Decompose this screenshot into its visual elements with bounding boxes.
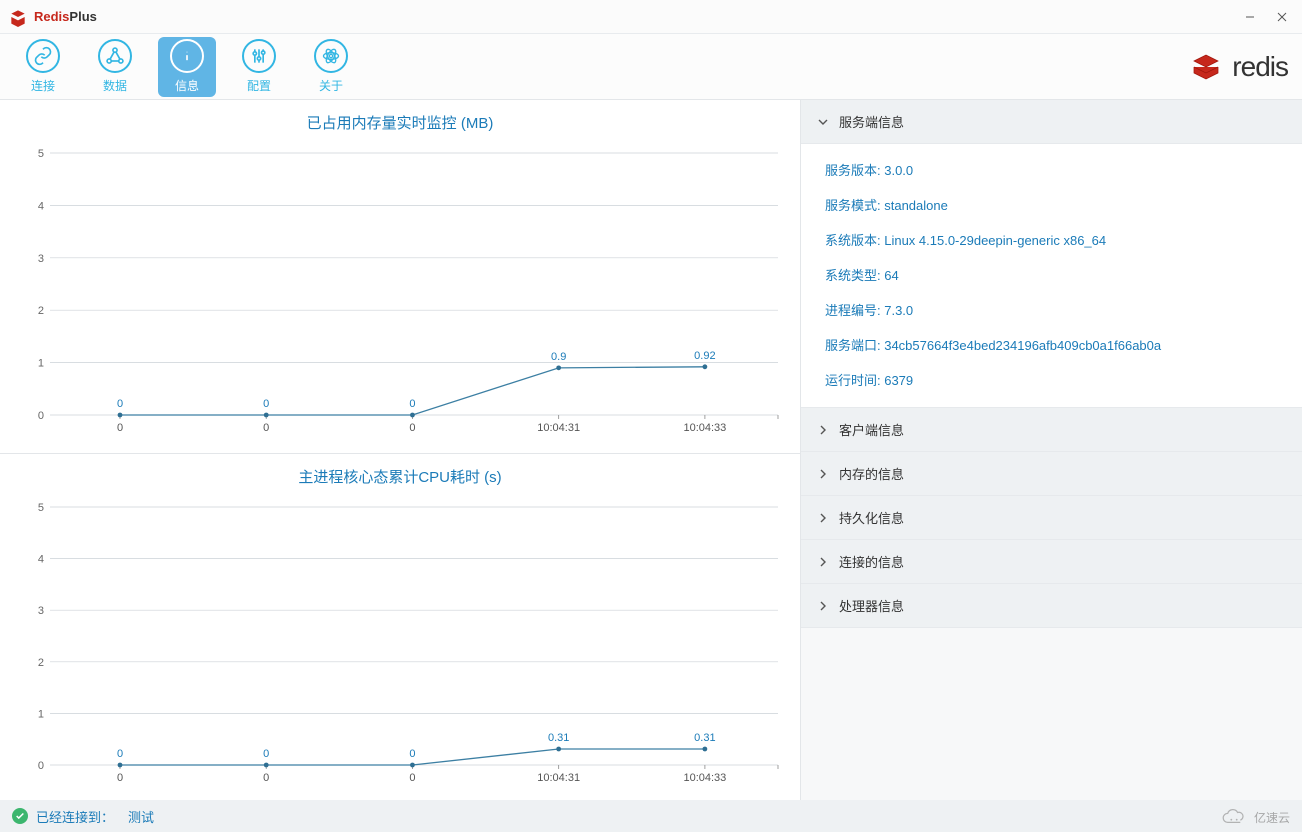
nav-label: 连接: [31, 77, 55, 94]
nav-data[interactable]: 数据: [86, 37, 144, 97]
redis-cube-icon: [1188, 49, 1224, 85]
info-line: 服务版本: 3.0.0: [825, 152, 1278, 187]
accordion-header-1[interactable]: 客户端信息: [801, 408, 1302, 452]
svg-text:0: 0: [409, 772, 415, 784]
chevron-down-icon: [817, 116, 829, 128]
info-line: 运行时间: 6379: [825, 362, 1278, 397]
svg-text:3: 3: [38, 605, 44, 617]
title-bar: RedisPlus: [0, 0, 1302, 34]
status-bar: 已经连接到：测试 亿速云: [0, 800, 1302, 832]
svg-text:0: 0: [117, 398, 123, 410]
info-line: 服务端口: 34cb57664f3e4bed234196afb409cb0a1f…: [825, 327, 1278, 362]
atom-icon: [321, 46, 341, 66]
accordion-title: 连接的信息: [839, 552, 904, 571]
svg-text:4: 4: [38, 554, 44, 566]
chevron-right-icon: [817, 512, 829, 524]
brand-logo: redis: [1188, 49, 1288, 85]
svg-text:2: 2: [38, 657, 44, 669]
svg-text:3: 3: [38, 253, 44, 265]
svg-text:10:04:33: 10:04:33: [683, 422, 726, 434]
link-icon: [33, 46, 53, 66]
svg-text:0: 0: [38, 760, 44, 772]
chart-title: 主进程核心态累计CPU耗时 (s): [0, 454, 800, 493]
cpu-chart: 主进程核心态累计CPU耗时 (s) 0 1 2 3 4 5 0 0 0 10:04:31 10:04…: [0, 454, 800, 800]
svg-text:0.31: 0.31: [694, 732, 715, 744]
nav-connect[interactable]: 连接: [14, 37, 72, 97]
nav-info[interactable]: 信息: [158, 37, 216, 97]
svg-text:2: 2: [38, 305, 44, 317]
memory-chart: 已占用内存量实时监控 (MB) 0 1 2 3 4 5 0 0 0 10:04:31 10:04:3…: [0, 100, 800, 454]
accordion-body-0: 服务版本: 3.0.0服务模式: standalone系统版本: Linux 4…: [801, 144, 1302, 408]
svg-text:10:04:31: 10:04:31: [537, 772, 580, 784]
status-ok-icon: [12, 808, 28, 824]
chevron-right-icon: [817, 468, 829, 480]
info-sidebar: 服务端信息服务版本: 3.0.0服务模式: standalone系统版本: Li…: [801, 100, 1302, 800]
svg-text:10:04:31: 10:04:31: [537, 422, 580, 434]
chevron-right-icon: [817, 556, 829, 568]
info-line: 服务模式: standalone: [825, 187, 1278, 222]
svg-text:0: 0: [263, 398, 269, 410]
accordion-title: 持久化信息: [839, 508, 904, 527]
svg-text:5: 5: [38, 148, 44, 160]
accordion-title: 内存的信息: [839, 464, 904, 483]
svg-text:0: 0: [117, 772, 123, 784]
svg-text:0.9: 0.9: [551, 351, 566, 363]
svg-text:0.92: 0.92: [694, 350, 715, 362]
svg-text:0: 0: [409, 398, 415, 410]
svg-text:0: 0: [117, 422, 123, 434]
info-icon: [177, 46, 197, 66]
nav-label: 配置: [247, 77, 271, 94]
svg-text:0: 0: [263, 772, 269, 784]
info-line: 进程编号: 7.3.0: [825, 292, 1278, 327]
chevron-right-icon: [817, 600, 829, 612]
svg-text:0: 0: [409, 748, 415, 760]
accordion-header-0[interactable]: 服务端信息: [801, 100, 1302, 144]
accordion-title: 服务端信息: [839, 112, 904, 131]
chevron-right-icon: [817, 424, 829, 436]
nav-label: 信息: [175, 77, 199, 94]
network-icon: [105, 46, 125, 66]
accordion-header-3[interactable]: 持久化信息: [801, 496, 1302, 540]
close-button[interactable]: [1268, 7, 1296, 27]
status-text: 已经连接到：测试: [36, 807, 154, 826]
nav-label: 数据: [103, 77, 127, 94]
svg-text:0: 0: [263, 748, 269, 760]
app-icon: [8, 7, 28, 27]
nav-label: 关于: [319, 77, 343, 94]
accordion-header-2[interactable]: 内存的信息: [801, 452, 1302, 496]
nav-config[interactable]: 配置: [230, 37, 288, 97]
accordion-title: 处理器信息: [839, 596, 904, 615]
info-line: 系统版本: Linux 4.15.0-29deepin-generic x86_…: [825, 222, 1278, 257]
accordion-title: 客户端信息: [839, 420, 904, 439]
svg-text:0.31: 0.31: [548, 732, 569, 744]
svg-text:0: 0: [409, 422, 415, 434]
svg-text:0: 0: [38, 410, 44, 422]
svg-text:0: 0: [117, 748, 123, 760]
svg-text:10:04:33: 10:04:33: [683, 772, 726, 784]
main-toolbar: 连接 数据 信息 配置 关于 redis: [0, 34, 1302, 100]
app-title: RedisPlus: [34, 9, 97, 24]
svg-text:5: 5: [38, 502, 44, 514]
svg-text:4: 4: [38, 200, 44, 212]
minimize-button[interactable]: [1236, 7, 1264, 27]
sliders-icon: [249, 46, 269, 66]
watermark: 亿速云: [1220, 808, 1290, 826]
accordion-header-4[interactable]: 连接的信息: [801, 540, 1302, 584]
info-line: 系统类型: 64: [825, 257, 1278, 292]
accordion-header-5[interactable]: 处理器信息: [801, 584, 1302, 628]
svg-text:1: 1: [38, 358, 44, 370]
charts-pane: 已占用内存量实时监控 (MB) 0 1 2 3 4 5 0 0 0 10:04:31 10:04:3…: [0, 100, 801, 800]
nav-about[interactable]: 关于: [302, 37, 360, 97]
svg-text:1: 1: [38, 708, 44, 720]
svg-text:0: 0: [263, 422, 269, 434]
chart-title: 已占用内存量实时监控 (MB): [0, 100, 800, 139]
